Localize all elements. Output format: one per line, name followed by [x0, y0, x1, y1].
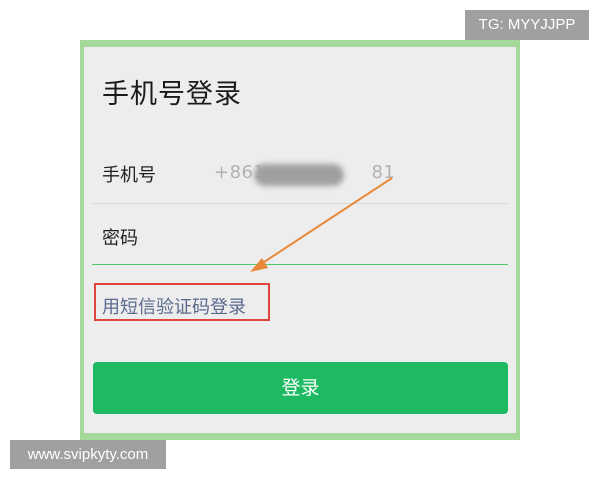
annotation-arrow — [250, 177, 393, 272]
arrow-line — [257, 177, 393, 267]
watermark-bottom-left: www.svipkyty.com — [10, 440, 166, 469]
watermark-top-right: TG: MYYJJPP — [465, 10, 589, 40]
